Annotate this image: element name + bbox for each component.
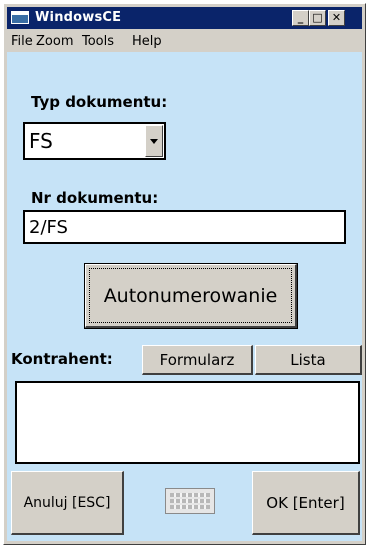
maximize-button[interactable]: □ <box>309 10 326 26</box>
minimize-button[interactable]: _ <box>292 10 309 26</box>
menu-bar: File Zoom Tools Help <box>7 30 362 52</box>
title-bar: WindowsCE _ □ ✕ <box>7 7 362 29</box>
doc-number-label: Nr dokumentu: <box>31 189 159 207</box>
contractor-label: Kontrahent: <box>11 350 113 368</box>
app-window: WindowsCE _ □ ✕ File Zoom Tools Help Typ… <box>3 3 366 545</box>
focus-ring <box>89 268 292 323</box>
window-title: WindowsCE <box>35 10 122 25</box>
doc-type-select[interactable]: FS <box>23 122 166 160</box>
cancel-button-label: Anuluj [ESC] <box>23 494 111 511</box>
autonumber-button[interactable]: Autonumerowanie <box>84 263 298 329</box>
menu-zoom[interactable]: Zoom <box>36 34 73 49</box>
doc-number-value: 2/FS <box>29 217 68 238</box>
form-area: Typ dokumentu: FS Nr dokumentu: 2/FS Aut… <box>7 52 362 541</box>
menu-help[interactable]: Help <box>132 34 162 49</box>
list-button[interactable]: Lista <box>255 345 362 375</box>
window-icon <box>11 11 29 24</box>
cancel-button[interactable]: Anuluj [ESC] <box>11 471 124 535</box>
menu-tools[interactable]: Tools <box>82 34 114 49</box>
keyboard-icon[interactable] <box>165 488 215 514</box>
form-button-label: Formularz <box>159 350 235 369</box>
list-button-label: Lista <box>290 350 326 369</box>
close-button[interactable]: ✕ <box>328 10 345 26</box>
ok-button-label: OK [Enter] <box>266 493 345 512</box>
ok-button[interactable]: OK [Enter] <box>252 471 360 535</box>
doc-type-value: FS <box>29 129 53 153</box>
form-button[interactable]: Formularz <box>142 345 253 375</box>
doc-type-label: Typ dokumentu: <box>31 93 168 111</box>
chevron-down-icon[interactable] <box>145 125 163 157</box>
menu-file[interactable]: File <box>11 34 33 49</box>
doc-number-input[interactable]: 2/FS <box>23 210 346 244</box>
contractor-field[interactable] <box>15 381 360 464</box>
